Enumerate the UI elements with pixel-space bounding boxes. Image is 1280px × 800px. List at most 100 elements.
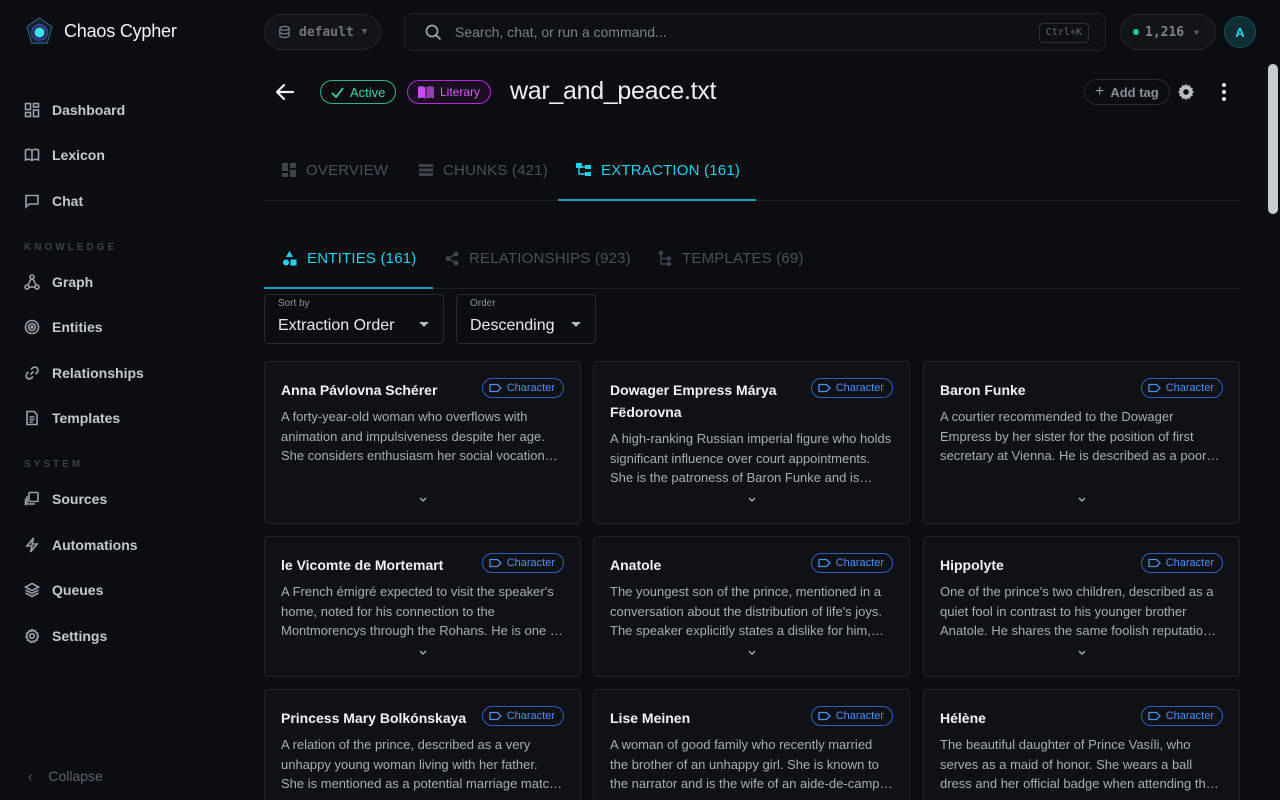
entity-name: le Vicomte de Mortemart — [281, 557, 444, 573]
add-tag-label: Add tag — [1110, 84, 1159, 100]
genre-badge-label: Literary — [440, 85, 481, 99]
entity-name: Anatole — [610, 557, 662, 573]
shapes-icon — [283, 250, 297, 265]
order-select[interactable]: Order Descending — [456, 294, 596, 344]
tab-chunks[interactable]: CHUNKS (421) — [419, 140, 548, 200]
sidebar: Chaos Cypher Dashboard Lexicon Chat KNOW… — [0, 0, 248, 800]
tabs-main: OVERVIEW CHUNKS (421) EXTRACTION (161) — [264, 140, 1240, 201]
check-icon — [331, 86, 344, 98]
sidebar-item-queues[interactable]: Queues — [24, 579, 103, 601]
tree-icon — [576, 163, 591, 176]
sidebar-item-label: Relationships — [52, 365, 144, 381]
tab-relationships[interactable]: RELATIONSHIPS (923) — [445, 228, 631, 288]
entity-type: Character — [835, 557, 884, 569]
sort-select[interactable]: Sort by Extraction Order — [264, 294, 444, 344]
entity-name: Princess Mary Bolkónskaya — [281, 710, 467, 726]
sidebar-item-settings[interactable]: Settings — [24, 625, 107, 647]
entity-type: Character — [1165, 557, 1214, 569]
section-label-knowledge: KNOWLEDGE — [24, 242, 118, 253]
sort-value: Extraction Order — [278, 317, 395, 334]
chevron-down-icon[interactable] — [1076, 496, 1088, 504]
tag-icon — [818, 383, 831, 393]
add-tag-button[interactable]: + Add tag — [1084, 79, 1170, 105]
section-label-system: SYSTEM — [24, 459, 84, 470]
search-input[interactable]: Search, chat, or run a command... Ctrl+K — [404, 13, 1106, 51]
tag-icon — [489, 383, 502, 393]
tag-icon — [818, 558, 831, 568]
more-vertical-icon[interactable] — [1215, 82, 1233, 102]
entity-card[interactable]: Hélène Character The beautiful daughter … — [923, 689, 1240, 800]
chevron-down-icon[interactable] — [417, 649, 429, 657]
entity-name: Anna Pávlovna Schérer — [281, 382, 438, 398]
tab-overview[interactable]: OVERVIEW — [282, 140, 388, 200]
entity-type-chip: Character — [481, 706, 564, 726]
graph-icon — [24, 274, 40, 290]
sidebar-item-chat[interactable]: Chat — [24, 190, 83, 212]
chevron-down-icon[interactable] — [746, 649, 758, 657]
entity-name: Lise Meinen — [610, 710, 691, 726]
genre-badge: Literary — [407, 80, 492, 104]
chevron-down-icon[interactable] — [746, 496, 758, 504]
sort-label: Sort by — [278, 298, 310, 309]
entity-card[interactable]: Hippolyte Character One of the prince's … — [923, 536, 1240, 677]
entity-card[interactable]: Lise Meinen Character A woman of good fa… — [593, 689, 910, 800]
entity-type-chip: Character — [1140, 378, 1223, 398]
entity-type: Character — [1165, 710, 1214, 722]
entity-type-chip: Character — [481, 378, 564, 398]
collapse-button[interactable]: ‹ Collapse — [28, 768, 103, 784]
sidebar-item-label: Settings — [52, 628, 108, 644]
order-label: Order — [470, 298, 496, 309]
dashboard-icon — [282, 163, 296, 177]
sidebar-item-dashboard[interactable]: Dashboard — [24, 99, 125, 121]
sidebar-item-sources[interactable]: Sources — [24, 488, 107, 510]
sidebar-item-relationships[interactable]: Relationships — [24, 362, 144, 384]
sidebar-item-automations[interactable]: Automations — [24, 534, 138, 556]
brand[interactable]: Chaos Cypher — [24, 16, 177, 47]
sidebar-item-entities[interactable]: Entities — [24, 316, 103, 338]
search-placeholder: Search, chat, or run a command... — [455, 24, 667, 40]
tab-extraction[interactable]: EXTRACTION (161) — [557, 140, 757, 201]
entity-card[interactable]: Princess Mary Bolkónskaya Character A re… — [264, 689, 581, 800]
entity-type-chip: Character — [1140, 706, 1223, 726]
tab-templates[interactable]: TEMPLATES (69) — [659, 228, 804, 288]
hierarchy-icon — [659, 250, 671, 266]
sidebar-item-lexicon[interactable]: Lexicon — [24, 144, 105, 166]
entity-type: Character — [1165, 382, 1214, 394]
tab-label: TEMPLATES (69) — [682, 249, 804, 267]
book-icon — [24, 148, 40, 162]
credits-badge[interactable]: 1,216 ▼ — [1120, 14, 1216, 50]
sidebar-item-label: Graph — [52, 274, 94, 290]
credits-value: 1,216 — [1145, 24, 1185, 40]
workspace-select[interactable]: default ▼ — [264, 14, 381, 50]
entity-name: Hélène — [940, 710, 986, 726]
sources-icon — [24, 491, 39, 506]
entity-card[interactable]: Anatole Character The youngest son of th… — [593, 536, 910, 677]
book-icon — [418, 85, 434, 99]
entity-card[interactable]: Baron Funke Character A courtier recomme… — [923, 361, 1240, 524]
sidebar-item-templates[interactable]: Templates — [24, 407, 120, 429]
entity-card[interactable]: Anna Pávlovna Schérer Character A forty-… — [264, 361, 581, 524]
scrollbar-thumb[interactable] — [1268, 64, 1278, 214]
entity-description: A forty-year-old woman who overflows wit… — [281, 409, 545, 463]
gear-icon[interactable] — [1177, 83, 1195, 101]
layers-icon — [24, 582, 40, 598]
tab-label: RELATIONSHIPS (923) — [469, 249, 631, 267]
tabs-sub: ENTITIES (161) RELATIONSHIPS (923) TEMPL… — [264, 228, 1240, 289]
entity-type: Character — [835, 710, 884, 722]
database-icon — [279, 25, 290, 39]
status-badge: Active — [320, 80, 397, 104]
sidebar-item-label: Templates — [52, 410, 121, 426]
back-arrow-icon[interactable] — [274, 81, 296, 103]
tab-entities[interactable]: ENTITIES (161) — [264, 228, 432, 289]
sidebar-item-label: Sources — [52, 491, 108, 507]
status-badge-label: Active — [350, 84, 386, 100]
entity-card[interactable]: Dowager Empress Márya Fëdorovna Characte… — [593, 361, 910, 524]
entity-name: Dowager Empress Márya Fëdorovna — [610, 382, 777, 420]
list-icon — [419, 164, 433, 176]
chevron-down-icon[interactable] — [417, 496, 429, 504]
entity-card[interactable]: le Vicomte de Mortemart Character A Fren… — [264, 536, 581, 677]
sidebar-item-graph[interactable]: Graph — [24, 271, 93, 293]
entity-type: Character — [506, 382, 555, 394]
avatar[interactable]: A — [1224, 16, 1256, 48]
chevron-down-icon[interactable] — [1076, 649, 1088, 657]
